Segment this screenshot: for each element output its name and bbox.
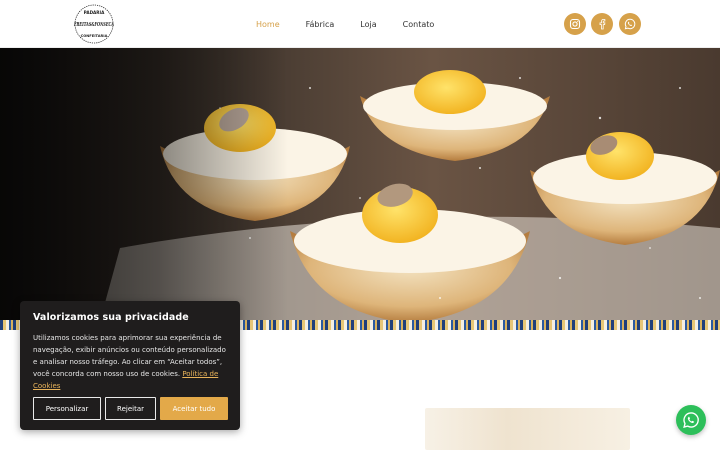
nav-item-fabrica[interactable]: Fábrica [306,20,335,29]
logo-name-text: FREITAS&FONSECA [73,22,114,28]
customize-button[interactable]: Personalizar [33,397,101,420]
accept-all-button[interactable]: Aceitar tudo [160,397,228,420]
section-image-faded [425,408,630,450]
cookie-title: Valorizamos sua privacidade [33,312,189,323]
whatsapp-icon [624,18,636,30]
facebook-icon [599,18,606,30]
cookie-consent-banner: Valorizamos sua privacidade Utilizamos c… [20,301,240,430]
site-header: PADARIA FREITAS&FONSECA CONFEITARIA Home… [0,0,720,48]
cookie-text: Utilizamos cookies para aprimorar sua ex… [33,332,229,392]
hero-banner [0,48,720,321]
nav-item-home[interactable]: Home [256,20,280,29]
main-nav: Home Fábrica Loja Contato [256,0,460,48]
reject-button[interactable]: Rejeitar [105,397,156,420]
logo-top-text: PADARIA [84,10,105,15]
whatsapp-link[interactable] [619,13,641,35]
facebook-link[interactable] [591,13,613,35]
instagram-link[interactable] [564,13,586,35]
brand-logo[interactable]: PADARIA FREITAS&FONSECA CONFEITARIA [70,4,118,44]
nav-item-contato[interactable]: Contato [403,20,435,29]
hero-pastry-image [0,48,720,321]
cookie-buttons: Personalizar Rejeitar Aceitar tudo [33,397,228,420]
floating-whatsapp-button[interactable] [676,405,706,435]
instagram-icon [569,18,581,30]
whatsapp-icon [683,412,699,428]
nav-item-loja[interactable]: Loja [360,20,376,29]
logo-bottom-text: CONFEITARIA [81,34,108,38]
